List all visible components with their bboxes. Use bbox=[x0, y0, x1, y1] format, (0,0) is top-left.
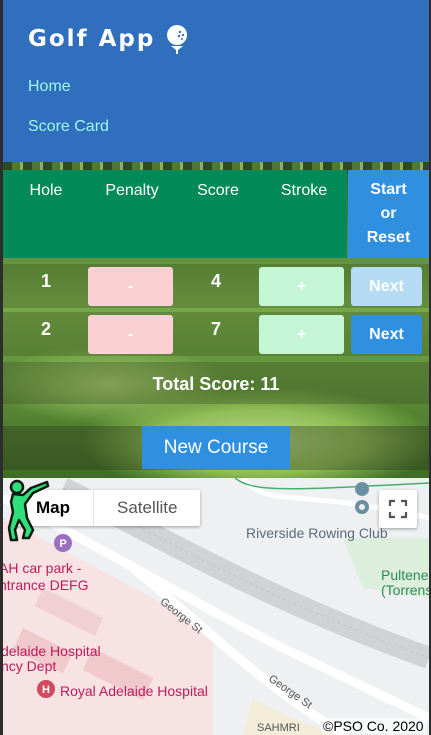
brand[interactable]: Golf App bbox=[28, 24, 191, 54]
svg-text:P: P bbox=[59, 538, 66, 550]
app-frame: Golf App Home Score Card Hole Penalty Sc… bbox=[3, 0, 429, 735]
penalty-minus-button[interactable]: - bbox=[88, 315, 173, 354]
satellite-view-button[interactable]: Satellite bbox=[93, 490, 200, 526]
map-label-line: ntrance DEFG bbox=[3, 577, 89, 593]
penalty-minus-button[interactable]: - bbox=[88, 267, 173, 306]
map-label-rowing-club: Riverside Rowing Club bbox=[246, 525, 388, 541]
total-score: Total Score: 11 bbox=[152, 374, 280, 394]
map-label-pulteney: Pultene (Torrens bbox=[381, 568, 429, 598]
map-label-sahmri: SAHMRI bbox=[257, 722, 300, 734]
golf-ball-tee-icon bbox=[167, 25, 188, 54]
golfer-marker-icon[interactable] bbox=[3, 478, 51, 544]
map[interactable]: P H Map Satellite Riverside Rowing Club … bbox=[3, 478, 429, 735]
scorecard-header: Hole Penalty Score Stroke bbox=[3, 170, 347, 258]
col-hole: Hole bbox=[29, 182, 63, 199]
next-button[interactable]: Next bbox=[351, 267, 422, 306]
col-score: Score bbox=[197, 182, 239, 199]
fullscreen-icon bbox=[388, 499, 408, 519]
start-reset-button[interactable]: Start or Reset bbox=[348, 170, 429, 258]
copyright: ©PSO Co. 2020 bbox=[321, 718, 426, 734]
or-label: or bbox=[380, 205, 397, 222]
start-label: Start bbox=[370, 181, 407, 198]
brand-title: Golf App bbox=[28, 26, 156, 52]
map-label-royal-adelaide-hospital: Royal Adelaide Hospital bbox=[60, 683, 208, 699]
map-label-line: Pultene bbox=[381, 567, 429, 583]
stroke-plus-button[interactable]: + bbox=[259, 315, 344, 354]
hole-number: 2 bbox=[40, 319, 51, 339]
map-label-line: ncy Dept bbox=[3, 658, 57, 674]
col-stroke: Stroke bbox=[280, 182, 328, 199]
reset-label: Reset bbox=[366, 229, 411, 246]
header: Golf App Home Score Card bbox=[3, 0, 429, 162]
hole-number: 1 bbox=[40, 271, 51, 291]
hole-score: 4 bbox=[210, 271, 221, 291]
nav-scorecard-link[interactable]: Score Card bbox=[28, 118, 109, 136]
map-label-line: (Torrens bbox=[381, 582, 429, 598]
fullscreen-button[interactable] bbox=[379, 490, 417, 528]
col-penalty: Penalty bbox=[105, 182, 159, 199]
map-label-line: delaide Hospital bbox=[3, 643, 101, 659]
stroke-plus-button[interactable]: + bbox=[259, 267, 344, 306]
map-label-emergency: delaide Hospital ncy Dept bbox=[3, 644, 101, 674]
new-course-button[interactable]: New Course bbox=[142, 426, 290, 469]
next-button[interactable]: Next bbox=[351, 315, 422, 354]
map-label-line: AH car park - bbox=[3, 560, 82, 576]
nav-home-link[interactable]: Home bbox=[28, 78, 71, 96]
svg-text:H: H bbox=[42, 684, 50, 696]
map-label-carpark: AH car park - ntrance DEFG bbox=[3, 560, 88, 594]
hole-score: 7 bbox=[210, 319, 221, 339]
